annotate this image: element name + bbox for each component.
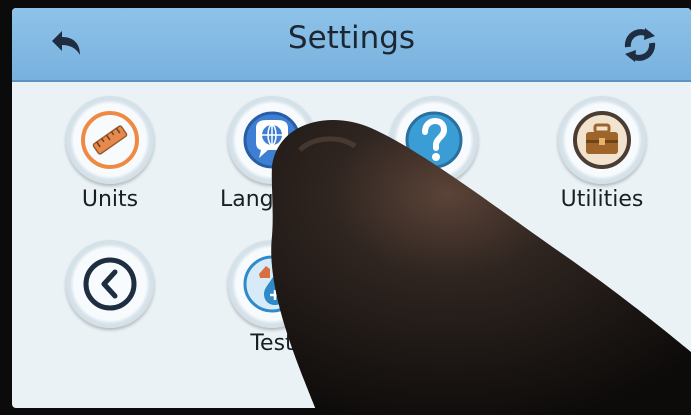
language-tile[interactable]: Lang (212, 96, 332, 212)
utilities-label: Utilities (560, 187, 644, 212)
device-photo: Settings Units Lang Utilities Test (0, 0, 691, 415)
utilities-tile[interactable]: Utilities (542, 96, 662, 212)
previous-tile[interactable] (50, 240, 170, 331)
language-button[interactable] (228, 96, 316, 184)
help-tile[interactable] (374, 96, 494, 187)
help-button[interactable] (390, 96, 478, 184)
page-title: Settings (287, 20, 416, 56)
title-bar: Settings (12, 8, 691, 82)
language-globe-icon (243, 111, 301, 169)
previous-button[interactable] (66, 240, 154, 328)
language-label: Lang (220, 187, 274, 212)
refresh-icon (624, 28, 656, 62)
units-button[interactable] (66, 96, 154, 184)
toolbox-icon (573, 111, 631, 169)
utilities-button[interactable] (558, 96, 646, 184)
test-label: Test (250, 331, 294, 356)
ruler-icon (81, 111, 139, 169)
test-button[interactable] (228, 240, 316, 328)
test-drop-icon (243, 255, 301, 313)
previous-page-icon (83, 257, 137, 311)
units-tile[interactable]: Units (50, 96, 170, 212)
refresh-button[interactable] (619, 24, 661, 66)
help-question-icon (405, 111, 463, 169)
touch-screen: Settings Units Lang Utilities Test (12, 8, 691, 408)
units-label: Units (81, 187, 139, 212)
test-tile[interactable]: Test (212, 240, 332, 356)
